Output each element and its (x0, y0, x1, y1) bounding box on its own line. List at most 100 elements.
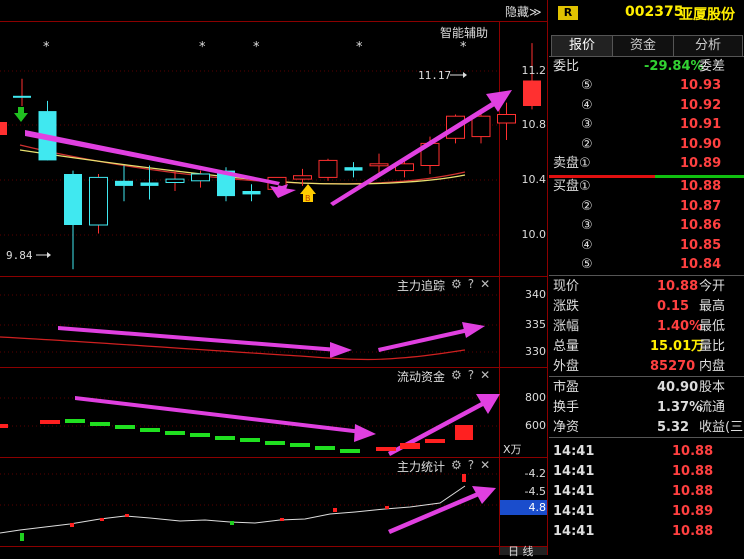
tab-quote[interactable]: 报价 (551, 35, 613, 56)
liquidity-axis-tick: 600 (525, 419, 546, 432)
section-divider (549, 376, 744, 377)
annotation-arrow (462, 322, 485, 338)
stat-label2: 量比 (699, 339, 726, 354)
gear-icon[interactable]: ⚙ (451, 458, 468, 472)
liquidity-panel-title: 流动资金 (397, 370, 446, 384)
stats-axis-tick: -4.2 (524, 467, 546, 480)
bid-row: ⑤ 10.84 (549, 255, 744, 275)
stat-label: 现价 (553, 279, 580, 294)
liquidity-bar (315, 446, 335, 450)
close-icon[interactable]: ✕ (480, 368, 496, 382)
stat-value: 85270 (650, 359, 696, 374)
candle-body (165, 178, 185, 184)
bid-price: 10.85 (680, 237, 722, 253)
stats-panel-tools[interactable]: ⚙?✕ (451, 458, 496, 472)
stat-bar (125, 514, 129, 517)
candle-body (523, 80, 541, 106)
ask-row: ⑤ 10.93 (549, 76, 744, 96)
stat-bar (100, 518, 104, 521)
track-axis-tick: 335 (525, 318, 546, 331)
help-icon[interactable]: ? (468, 277, 480, 291)
bid-price: 10.84 (680, 257, 722, 272)
track-panel-tools[interactable]: ⚙?✕ (451, 277, 496, 291)
bid-price: 10.87 (680, 198, 722, 214)
stats-current-value: 4.8 (528, 501, 547, 514)
liquidity-bar (90, 422, 110, 426)
gear-icon[interactable]: ⚙ (451, 277, 468, 291)
candle-body (318, 159, 338, 178)
bid-row: 买盘① 10.88 (549, 177, 744, 197)
stat-value: 1.37% (657, 400, 703, 415)
close-icon[interactable]: ✕ (480, 458, 496, 472)
left-edge-candle (0, 122, 7, 135)
section-divider (549, 275, 744, 276)
stat-value: 1.40% (657, 319, 703, 334)
annotation-arrow (330, 342, 352, 358)
margin-badge: R (558, 6, 578, 20)
star-marker: * (199, 40, 206, 55)
period-tab[interactable]: 日 线 (508, 543, 534, 559)
ask-level: 卖盘① (553, 156, 591, 171)
min-price-arrowhead (47, 252, 51, 258)
gear-icon[interactable]: ⚙ (451, 368, 468, 382)
stat-label: 净资 (553, 420, 580, 435)
stat-row: 涨跌 0.15 最高 (549, 297, 744, 317)
liquidity-bars (0, 419, 473, 453)
quote-panel: R 002375 亚厦股份 报价 资金 分析 委比 -29.84% 委差 ⑤ 10… (549, 0, 744, 555)
price-axis-tick: 11.2 (521, 64, 547, 77)
trade-price: 10.88 (672, 524, 714, 539)
trade-row: 14:41 10.89 (549, 502, 744, 522)
trade-price: 10.88 (672, 444, 714, 459)
liquidity-axis-tick: 800 (525, 391, 546, 404)
tab-funds[interactable]: 资金 (612, 35, 674, 56)
stat-label2: 最高 (699, 299, 726, 314)
liquidity-bar (40, 420, 60, 424)
ask-level: ⑤ (581, 78, 593, 93)
trade-row: 14:41 10.88 (549, 482, 744, 502)
trade-time: 14:41 (553, 524, 595, 539)
liquidity-bar (290, 443, 310, 447)
ask-level: ③ (581, 117, 593, 132)
ask-level: ② (581, 136, 593, 152)
liquidity-bar (140, 428, 160, 432)
ask-price: 10.90 (680, 136, 722, 152)
tab-analysis[interactable]: 分析 (673, 35, 743, 56)
candle-body (242, 191, 261, 195)
liquidity-bar (240, 438, 260, 442)
stat-label: 涨幅 (553, 319, 580, 334)
annotation-arrow (354, 424, 376, 442)
weibi-row: 委比 -29.84% 委差 (553, 59, 726, 74)
help-icon[interactable]: ? (468, 458, 480, 472)
liquidity-bar (265, 441, 285, 445)
bid-row: ④ 10.85 (549, 236, 744, 256)
hide-toggle-button[interactable]: 隐藏≫ (505, 3, 542, 20)
liquidity-bar (340, 449, 360, 453)
annotation-arrow (388, 490, 484, 534)
ask-row: ③ 10.91 (549, 115, 744, 135)
liquidity-bar (190, 433, 210, 437)
sell-signal-icon (14, 107, 28, 122)
max-price-arrowhead (463, 72, 467, 78)
stats-axis-tick: -4.5 (524, 485, 546, 498)
liquidity-panel-tools[interactable]: ⚙?✕ (451, 368, 496, 382)
stat-row: 净资 5.32 收益(三 (549, 418, 744, 438)
candle-body (293, 175, 312, 180)
trade-time: 14:41 (553, 504, 595, 519)
main-force-stats-line (0, 485, 466, 534)
stat-label2: 今开 (699, 279, 726, 294)
close-icon[interactable]: ✕ (480, 277, 496, 291)
stat-value: 15.01万 (650, 339, 705, 354)
liquidity-bar (400, 443, 420, 449)
stat-value: 0.15 (657, 299, 690, 314)
bid-level: ③ (581, 218, 593, 233)
help-icon[interactable]: ? (468, 368, 480, 382)
trade-time: 14:41 (553, 444, 595, 459)
stat-row: 总量 15.01万 量比 (549, 337, 744, 357)
stat-label: 市盈 (553, 380, 580, 395)
track-axis-tick: 340 (525, 288, 546, 301)
track-panel-title: 主力追踪 (397, 279, 446, 293)
stat-value: 40.90 (657, 380, 699, 395)
candle-body (344, 167, 363, 171)
liquidity-bar (0, 424, 8, 428)
stat-row: 换手 1.37% 流通 (549, 398, 744, 418)
